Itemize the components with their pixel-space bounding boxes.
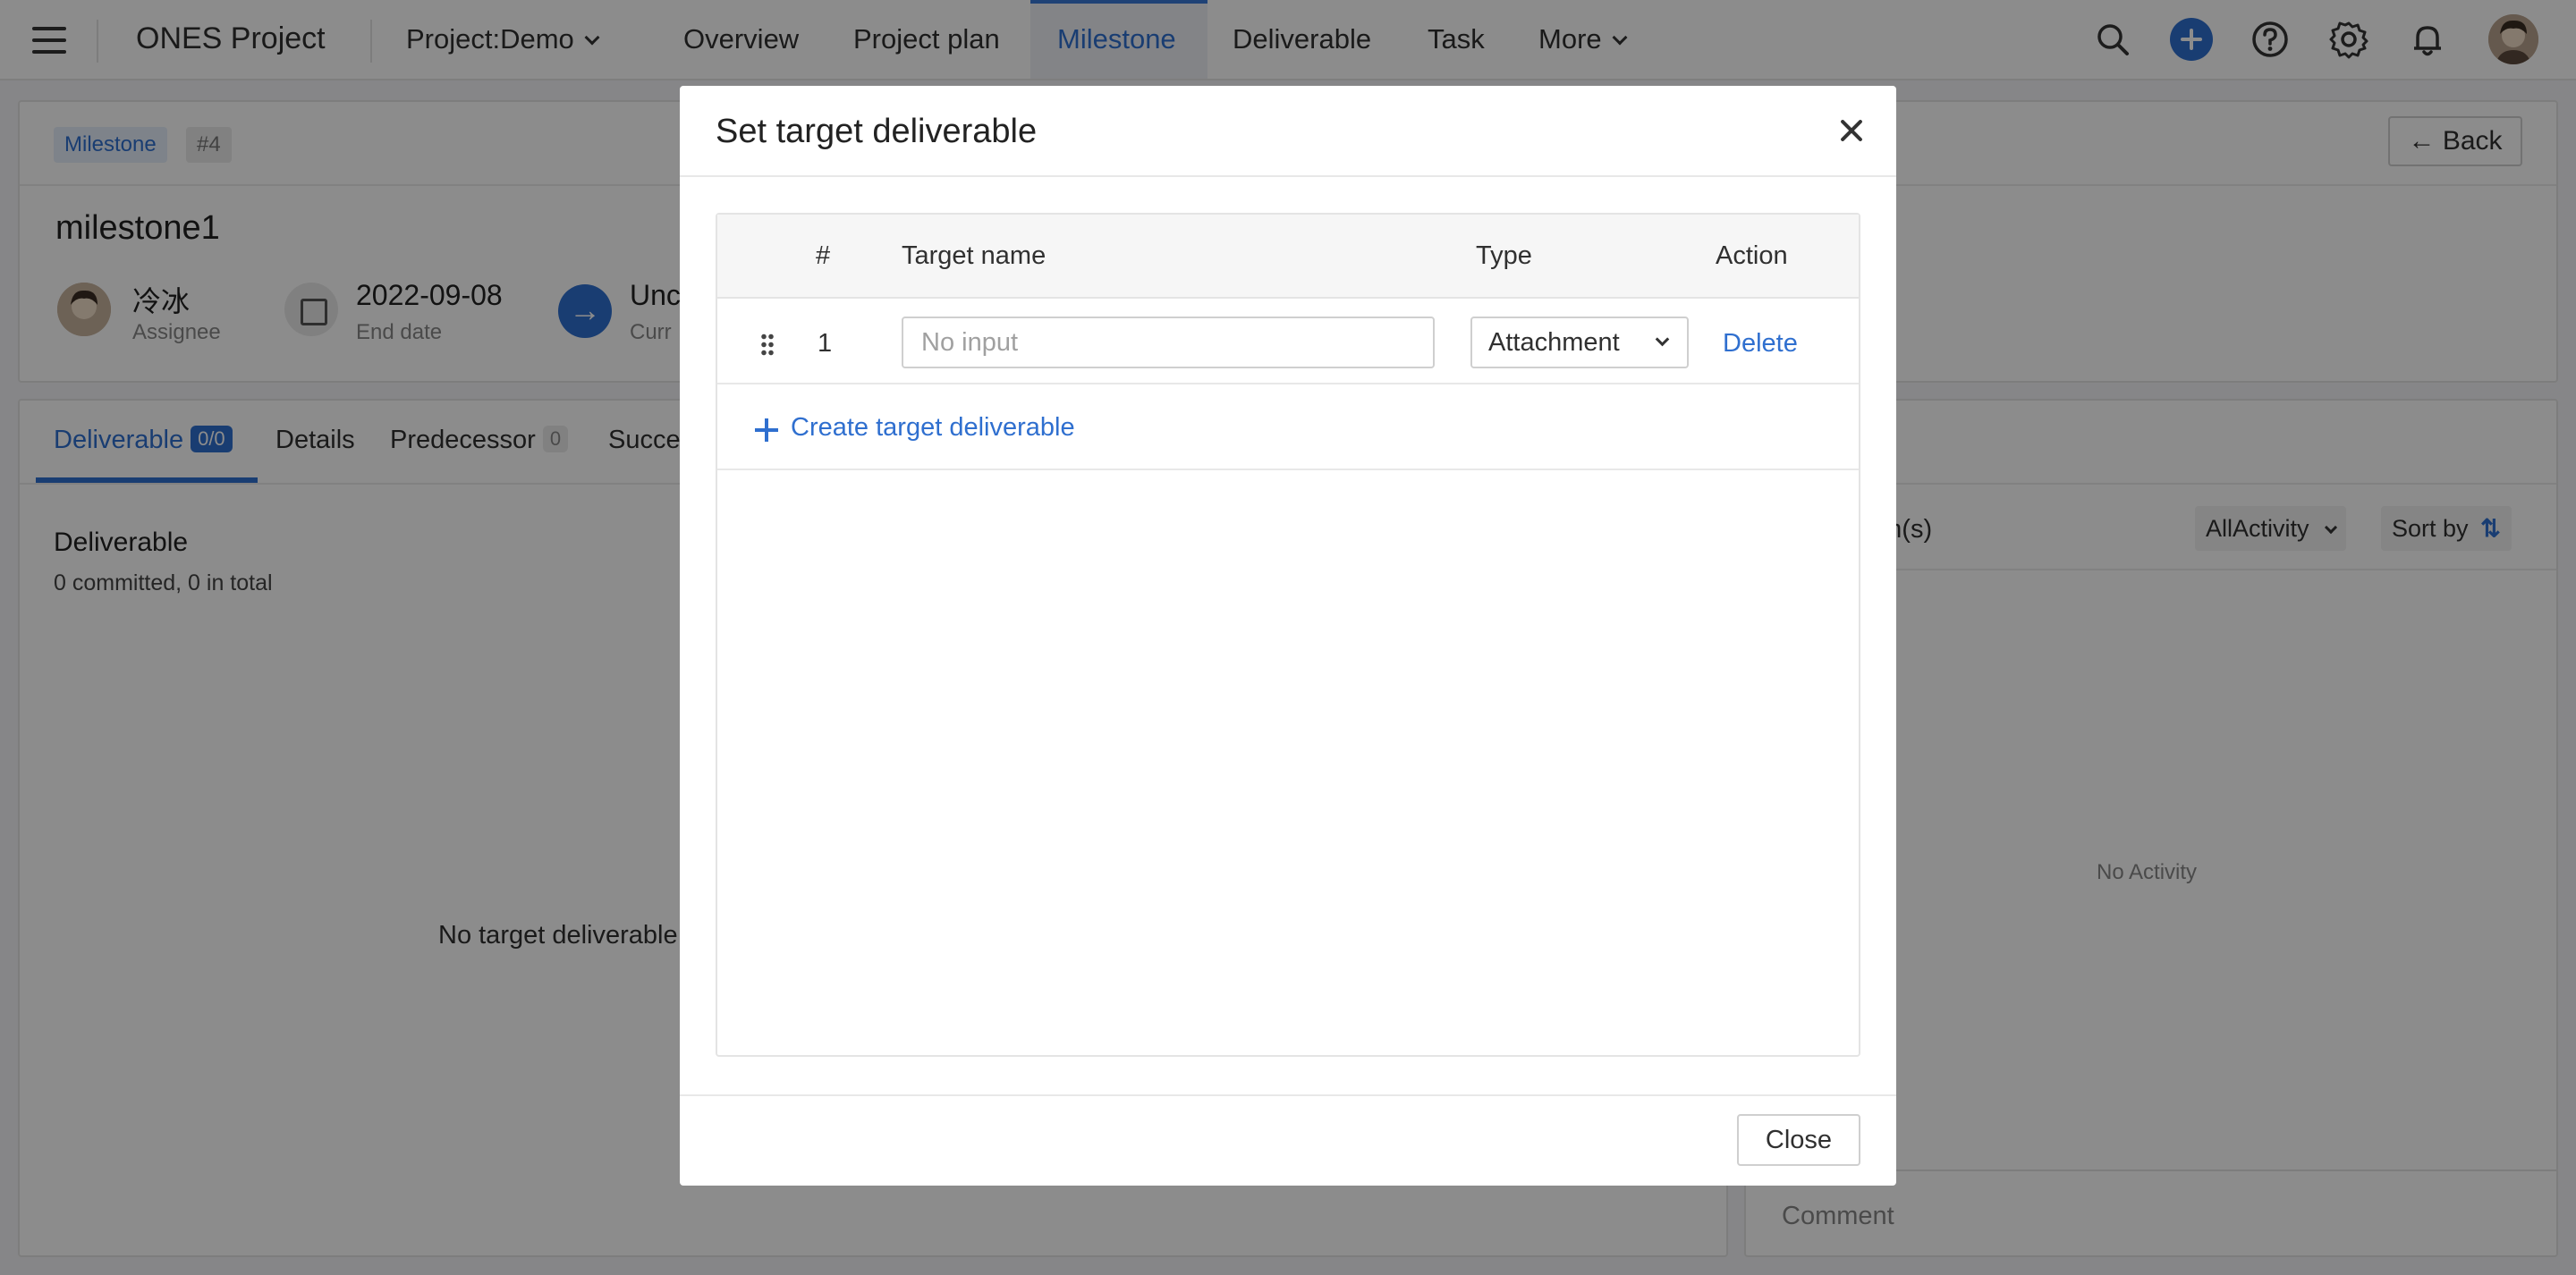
target-name-input[interactable] [902,317,1435,368]
close-icon[interactable] [1834,113,1869,148]
column-header-number: # [816,241,831,270]
divider [680,175,1896,177]
column-header-name: Target name [902,241,1046,270]
dialog-title: Set target deliverable [716,113,1038,150]
set-target-deliverable-dialog: Set target deliverable # Target name Typ… [680,86,1896,1186]
column-header-action: Action [1716,241,1788,270]
type-select[interactable]: Attachment [1470,317,1689,368]
delete-link[interactable]: Delete [1723,329,1798,359]
drag-handle-icon[interactable] [760,333,775,358]
table-header: # Target name Type Action [717,215,1859,299]
plus-icon [755,418,778,442]
row-number: 1 [818,329,833,358]
divider [680,1094,1896,1096]
target-table: # Target name Type Action 1 Attachment D… [716,213,1860,1057]
close-button[interactable]: Close [1737,1114,1860,1166]
chevron-down-icon [1655,332,1670,347]
create-target-row[interactable]: Create target deliverable [717,384,1859,470]
create-target-deliverable-link[interactable]: Create target deliverable [791,413,1075,443]
column-header-type: Type [1476,241,1532,270]
type-value: Attachment [1488,328,1620,357]
table-row: 1 Attachment Delete [717,300,1859,384]
